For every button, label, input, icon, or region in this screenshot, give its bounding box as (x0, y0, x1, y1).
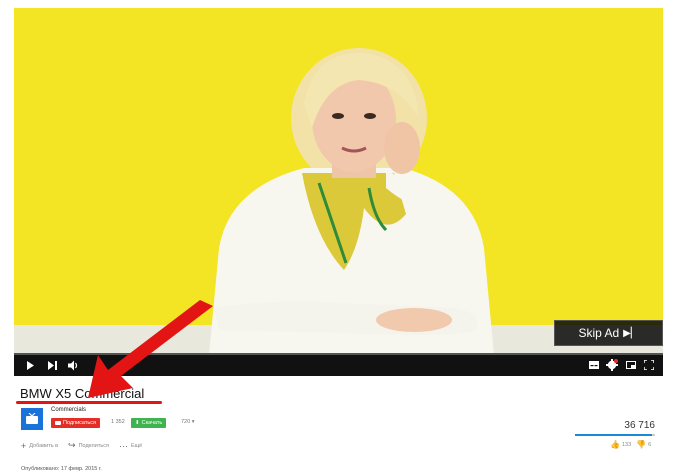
video-title: BMW X5 Commercial (20, 386, 145, 401)
share-button[interactable]: ↪ Поделиться (68, 440, 109, 451)
annotation-underline (16, 401, 162, 404)
add-to-button[interactable]: + Добавить в (21, 440, 58, 451)
quality-value: 720 (181, 419, 191, 425)
quality-selector[interactable]: 720 ▾ (181, 419, 194, 425)
captions-icon[interactable] (589, 361, 599, 369)
more-button[interactable]: ··· Ещё (119, 440, 142, 451)
add-to-label: Добавить в (29, 442, 59, 449)
youtube-video-page: Skip Ad ▶▏ BMW X5 Commercial Commercials… (0, 0, 675, 472)
video-presenter-image (209, 48, 494, 355)
tv-icon (26, 413, 38, 424)
fullscreen-icon[interactable] (644, 360, 654, 370)
next-icon[interactable] (48, 361, 58, 370)
like-ratio-fill (575, 434, 652, 436)
share-label: Поделиться (78, 442, 109, 449)
miniplayer-icon[interactable] (626, 361, 636, 369)
plus-icon: + (21, 440, 27, 451)
youtube-logo-icon (55, 421, 61, 425)
video-frame[interactable] (14, 8, 663, 355)
download-label: Скачать (141, 420, 163, 426)
like-ratio-bar (575, 434, 655, 436)
share-icon: ↪ (68, 440, 76, 450)
download-icon: ⬇ (135, 420, 140, 426)
dislike-button[interactable]: 👎 6 (636, 440, 651, 449)
channel-avatar[interactable] (21, 408, 43, 430)
skip-ad-button[interactable]: Skip Ad ▶▏ (554, 320, 663, 346)
player-controls (14, 355, 663, 376)
volume-icon[interactable] (68, 360, 79, 371)
channel-name[interactable]: Commercials (51, 407, 86, 413)
like-dislike: 👍 133 👎 6 (610, 440, 651, 449)
subscriber-count: 1 352 (111, 419, 125, 425)
chevron-down-icon: ▾ (191, 419, 195, 425)
like-count: 133 (621, 441, 632, 448)
more-icon: ··· (118, 440, 128, 451)
thumbs-up-icon: 👍 (610, 440, 620, 449)
play-icon[interactable] (26, 361, 35, 370)
subscribe-label: Подписаться (63, 420, 96, 426)
thumbs-down-icon: 👎 (636, 440, 647, 449)
dislike-count: 6 (648, 441, 652, 448)
publish-date: Опубликовано: 17 февр. 2015 г. (21, 466, 102, 472)
like-button[interactable]: 👍 133 (610, 440, 631, 449)
settings-icon[interactable] (606, 359, 618, 371)
more-label: Ещё (130, 442, 143, 449)
download-button[interactable]: ⬇ Скачать (131, 418, 167, 428)
video-actions: + Добавить в ↪ Поделиться ··· Ещё (21, 440, 142, 451)
video-player[interactable]: Skip Ad ▶▏ (14, 8, 663, 376)
subscribe-button[interactable]: Подписаться (51, 418, 100, 428)
skip-next-icon: ▶▏ (623, 327, 639, 339)
skip-ad-label: Skip Ad (578, 326, 620, 340)
view-count: 36 716 (624, 420, 655, 431)
